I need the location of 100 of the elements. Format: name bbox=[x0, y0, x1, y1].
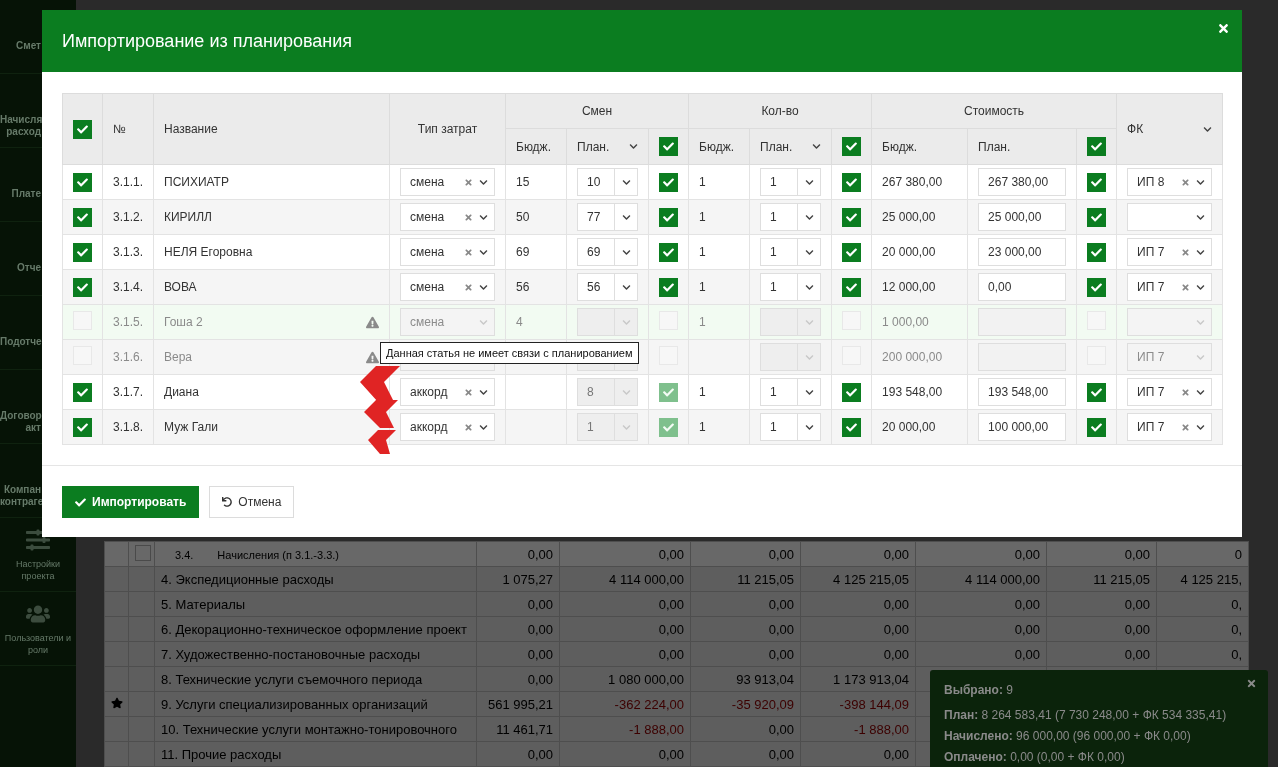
fk-select[interactable]: ИП 8 bbox=[1127, 168, 1213, 196]
table-row[interactable]: 3.1.3. НЕЛЯ Егоровна смена 69 69 1 1 20 000,00 23 000,00 ИП 7 bbox=[62, 234, 1223, 270]
clear-icon[interactable] bbox=[464, 422, 473, 432]
table-row[interactable]: 3.1.4. ВОВА смена 56 56 1 1 12 000,00 0,00 ИП 7 bbox=[62, 269, 1223, 305]
chevron-down-icon[interactable] bbox=[1196, 212, 1206, 222]
chevron-down-icon[interactable] bbox=[629, 142, 638, 151]
cost-input[interactable]: 100 000,00 bbox=[978, 413, 1067, 441]
chevron-down-icon[interactable] bbox=[621, 282, 631, 292]
chevron-down-icon[interactable] bbox=[1196, 422, 1206, 432]
sidebar-item[interactable]: Смет bbox=[0, 40, 41, 52]
chevron-down-icon[interactable] bbox=[621, 177, 631, 187]
clear-icon[interactable] bbox=[1181, 387, 1191, 397]
table-row[interactable]: 3.1.7. Диана аккорд 8 1 1 193 548,00 193 548,00 ИП 7 bbox=[62, 374, 1223, 410]
chevron-down-icon[interactable] bbox=[479, 422, 488, 432]
clear-icon[interactable] bbox=[1181, 177, 1191, 187]
chevron-down-icon[interactable] bbox=[804, 422, 814, 432]
plan-select[interactable]: 1 bbox=[760, 238, 822, 266]
chevron-down-icon[interactable] bbox=[1196, 282, 1206, 292]
chevron-down-icon[interactable] bbox=[804, 247, 814, 257]
chevron-down-icon[interactable] bbox=[1203, 124, 1213, 134]
chevron-down-icon[interactable] bbox=[1196, 177, 1206, 187]
clear-icon[interactable] bbox=[464, 282, 473, 292]
cost-type-select[interactable]: смена bbox=[400, 238, 495, 266]
close-button[interactable] bbox=[1217, 22, 1230, 35]
checkbox[interactable] bbox=[659, 172, 678, 192]
plan-select[interactable]: 1 bbox=[760, 273, 822, 301]
checkbox[interactable] bbox=[135, 544, 151, 561]
clear-icon[interactable] bbox=[464, 212, 473, 222]
fk-select[interactable]: ИП 7 bbox=[1127, 378, 1213, 406]
clear-icon[interactable] bbox=[1181, 247, 1191, 257]
plan-select[interactable]: 1 bbox=[760, 203, 822, 231]
chevron-down-icon[interactable] bbox=[479, 282, 488, 292]
chevron-down-icon[interactable] bbox=[1196, 247, 1206, 257]
checkbox[interactable] bbox=[73, 172, 92, 192]
sidebar-item[interactable]: Отче bbox=[0, 262, 41, 274]
sidebar-item[interactable]: Пользователи и роли bbox=[4, 631, 72, 656]
sidebar-item[interactable]: Плате bbox=[0, 188, 41, 200]
checkbox[interactable] bbox=[842, 137, 862, 156]
chevron-down-icon[interactable] bbox=[804, 387, 814, 397]
cost-type-select[interactable]: аккорд bbox=[400, 413, 495, 441]
cost-type-select[interactable]: аккорд bbox=[400, 378, 495, 406]
cost-type-select[interactable]: смена bbox=[400, 273, 495, 301]
checkbox[interactable] bbox=[659, 417, 678, 437]
chevron-down-icon[interactable] bbox=[804, 177, 814, 187]
chevron-down-icon[interactable] bbox=[479, 247, 488, 257]
cancel-button[interactable]: Отмена bbox=[209, 486, 295, 518]
table-row[interactable]: 3.1.1. ПСИХИАТР смена 15 10 1 1 267 380,00 267 380,00 ИП 8 bbox=[62, 164, 1223, 200]
close-icon[interactable] bbox=[1246, 678, 1257, 689]
chevron-down-icon[interactable] bbox=[804, 212, 814, 222]
checkbox[interactable] bbox=[73, 382, 92, 402]
chevron-down-icon[interactable] bbox=[479, 177, 488, 187]
cost-input[interactable]: 267 380,00 bbox=[978, 168, 1067, 196]
checkbox[interactable] bbox=[659, 137, 678, 156]
cost-input[interactable]: 193 548,00 bbox=[978, 378, 1067, 406]
checkbox[interactable] bbox=[659, 382, 678, 402]
fk-select[interactable]: ИП 7 bbox=[1127, 273, 1213, 301]
chevron-down-icon[interactable] bbox=[621, 247, 631, 257]
sidebar-item[interactable]: Договор акт bbox=[0, 410, 41, 434]
checkbox[interactable] bbox=[73, 417, 92, 437]
fk-select[interactable]: ИП 7 bbox=[1127, 238, 1213, 266]
plan-select[interactable]: 69 bbox=[577, 238, 638, 266]
clear-icon[interactable] bbox=[464, 387, 473, 397]
cost-input[interactable]: 23 000,00 bbox=[978, 238, 1067, 266]
chevron-down-icon[interactable] bbox=[621, 212, 631, 222]
plan-select[interactable]: 77 bbox=[577, 203, 638, 231]
chevron-down-icon[interactable] bbox=[479, 387, 488, 397]
table-row[interactable]: 3.1.8. Муж Гали аккорд 1 1 1 20 000,00 100 000,00 ИП 7 bbox=[62, 409, 1223, 445]
chevron-down-icon[interactable] bbox=[804, 282, 814, 292]
plan-select[interactable]: 10 bbox=[577, 168, 638, 196]
plan-select[interactable]: 1 bbox=[760, 378, 822, 406]
chevron-down-icon[interactable] bbox=[812, 142, 822, 151]
clear-icon[interactable] bbox=[1181, 422, 1191, 432]
checkbox[interactable] bbox=[73, 207, 92, 227]
table-cell: 0,00 bbox=[476, 591, 560, 617]
checkbox[interactable] bbox=[73, 242, 92, 262]
sidebar-item[interactable]: Настройки проекта bbox=[15, 557, 61, 582]
sidebar-item[interactable]: Подотче bbox=[0, 336, 41, 348]
table-row[interactable]: 3.1.2. КИРИЛЛ смена 50 77 1 1 25 000,00 25 000,00 bbox=[62, 199, 1223, 235]
sidebar-item[interactable]: Компан контраге bbox=[0, 484, 41, 508]
sidebar-item[interactable]: Начисля расход bbox=[0, 114, 41, 138]
chevron-down-icon[interactable] bbox=[1196, 387, 1206, 397]
plan-select[interactable]: 56 bbox=[577, 273, 638, 301]
clear-icon[interactable] bbox=[1181, 282, 1191, 292]
cost-type-select[interactable]: смена bbox=[400, 203, 495, 231]
import-button[interactable]: Импортировать bbox=[62, 486, 200, 518]
select-all-checkbox[interactable] bbox=[73, 119, 92, 139]
fk-select[interactable]: ИП 7 bbox=[1127, 413, 1213, 441]
checkbox[interactable] bbox=[1087, 137, 1107, 156]
clear-icon[interactable] bbox=[464, 177, 473, 187]
plan-select[interactable]: 1 bbox=[760, 168, 822, 196]
chevron-down-icon[interactable] bbox=[479, 212, 488, 222]
cost-input[interactable]: 0,00 bbox=[978, 273, 1067, 301]
cost-input[interactable]: 25 000,00 bbox=[978, 203, 1067, 231]
checkbox[interactable] bbox=[659, 242, 678, 262]
plan-select[interactable]: 1 bbox=[760, 413, 822, 441]
checkbox[interactable] bbox=[659, 207, 678, 227]
checkbox[interactable] bbox=[659, 277, 678, 297]
checkbox[interactable] bbox=[73, 277, 92, 297]
cost-type-select[interactable]: смена bbox=[400, 168, 495, 196]
clear-icon[interactable] bbox=[464, 247, 473, 257]
